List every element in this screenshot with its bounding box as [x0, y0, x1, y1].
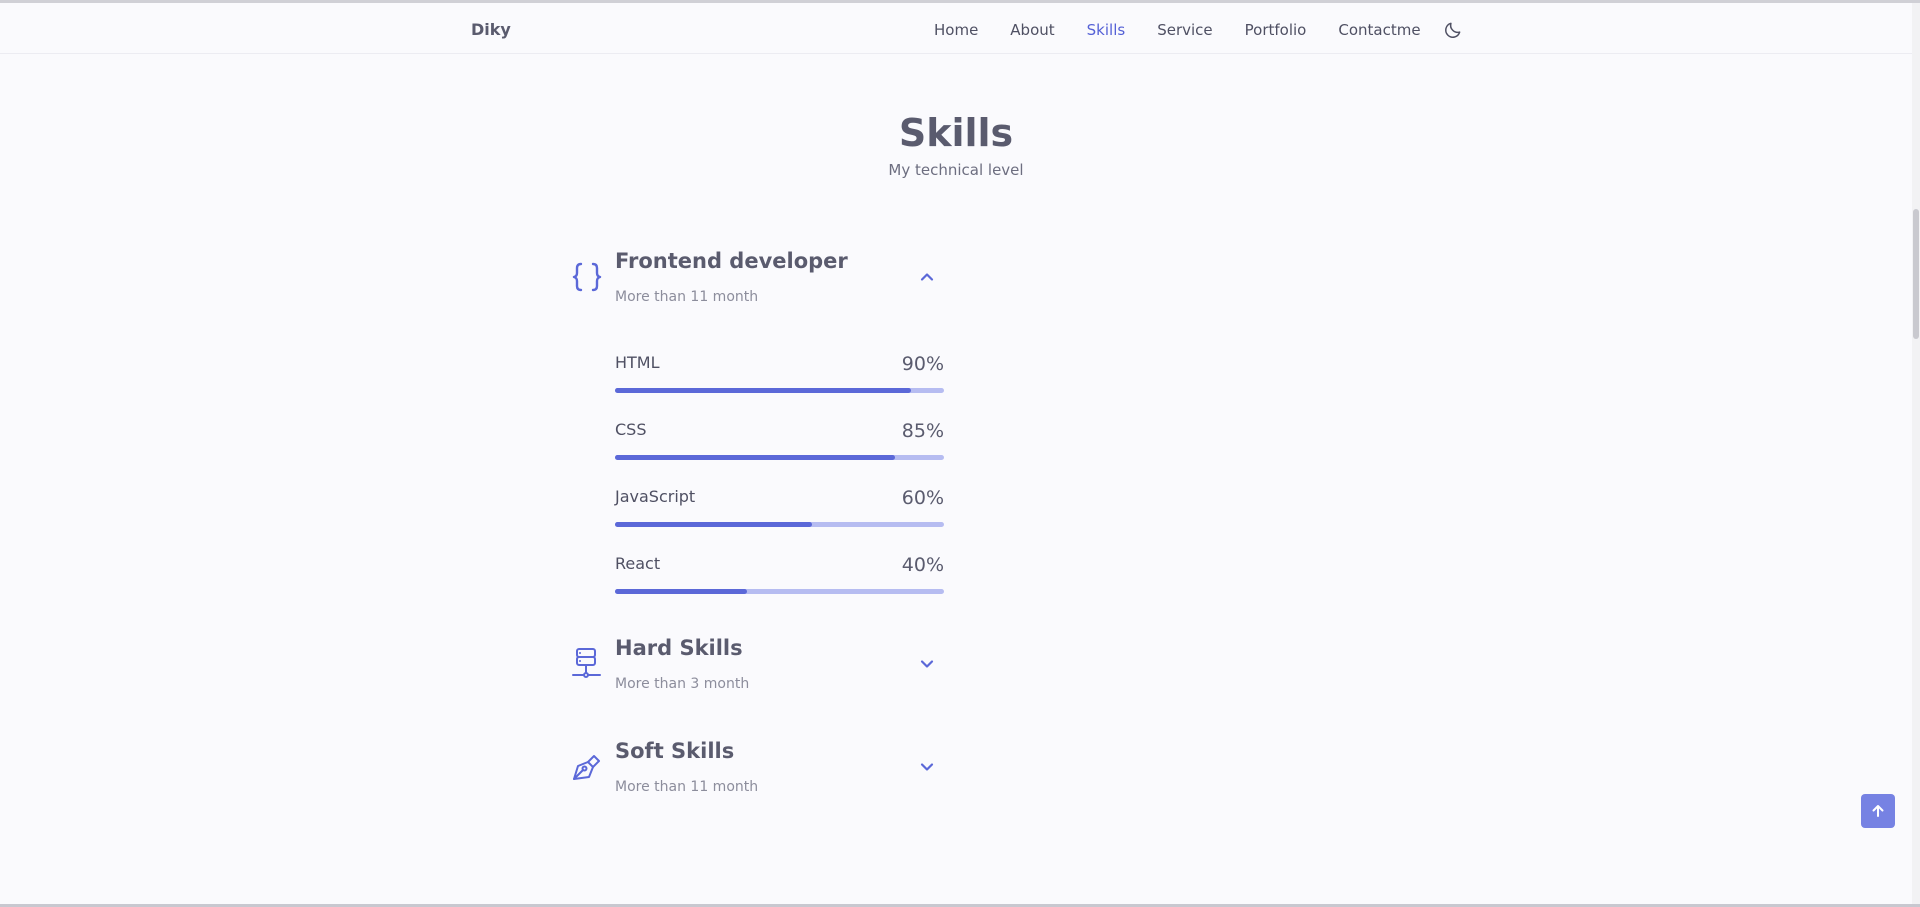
page: Diky Home About Skills Service Portfolio…	[0, 0, 1920, 907]
skill-name: CSS	[615, 420, 647, 439]
skill-bar-fill	[615, 522, 813, 527]
category-soft-skills: Soft Skills More than 11 month	[570, 737, 946, 797]
skill-percent: 90%	[901, 353, 944, 375]
skill-name: JavaScript	[615, 487, 696, 506]
skill-bar	[615, 589, 944, 594]
pen-nib-icon	[573, 755, 600, 780]
main-nav: Home About Skills Service Portfolio Cont…	[934, 20, 1463, 40]
skill-react: React 40%	[615, 554, 944, 594]
category-title[interactable]: Hard Skills	[615, 636, 743, 660]
header: Diky Home About Skills Service Portfolio…	[0, 3, 1912, 54]
server-icon	[572, 648, 601, 678]
skill-name: React	[615, 554, 661, 573]
chevron-down-icon[interactable]	[917, 654, 937, 674]
nav-service[interactable]: Service	[1157, 21, 1212, 39]
skill-bar-fill	[615, 455, 895, 460]
moon-icon[interactable]	[1443, 20, 1463, 40]
category-title[interactable]: Frontend developer	[615, 249, 848, 273]
skill-percent: 60%	[901, 487, 944, 509]
skill-css: CSS 85%	[615, 420, 944, 460]
skill-html: HTML 90%	[615, 353, 944, 393]
braces-icon	[572, 262, 602, 292]
nav-skills[interactable]: Skills	[1087, 21, 1126, 39]
arrow-up-icon	[1872, 805, 1884, 817]
section-title: Skills	[898, 111, 1014, 155]
logo[interactable]: Diky	[471, 20, 511, 39]
skill-percent: 40%	[901, 554, 944, 576]
scrollbar[interactable]	[1912, 3, 1920, 904]
nav-home[interactable]: Home	[934, 21, 978, 39]
category-subtitle: More than 3 month	[615, 676, 750, 692]
chevron-up-icon[interactable]	[917, 267, 937, 287]
scroll-up-button[interactable]	[1861, 794, 1895, 828]
category-frontend: Frontend developer More than 11 month HT…	[570, 247, 946, 597]
skill-bar	[615, 455, 944, 460]
skill-bar	[615, 388, 944, 393]
chevron-down-icon[interactable]	[917, 757, 937, 777]
nav-portfolio[interactable]: Portfolio	[1245, 21, 1307, 39]
nav-about[interactable]: About	[1010, 21, 1054, 39]
skill-bar-fill	[615, 388, 912, 393]
category-subtitle: More than 11 month	[615, 289, 759, 305]
section-subtitle: My technical level	[888, 161, 1024, 179]
scrollbar-thumb[interactable]	[1913, 209, 1919, 339]
skill-javascript: JavaScript 60%	[615, 487, 944, 527]
category-hard-skills: Hard Skills More than 3 month	[570, 634, 946, 694]
skill-percent: 85%	[901, 420, 944, 442]
skill-bar-fill	[615, 589, 747, 594]
skill-name: HTML	[615, 353, 660, 372]
nav-contactme[interactable]: Contactme	[1338, 21, 1420, 39]
skill-bar	[615, 522, 944, 527]
category-subtitle: More than 11 month	[615, 779, 759, 795]
category-title[interactable]: Soft Skills	[615, 739, 734, 763]
